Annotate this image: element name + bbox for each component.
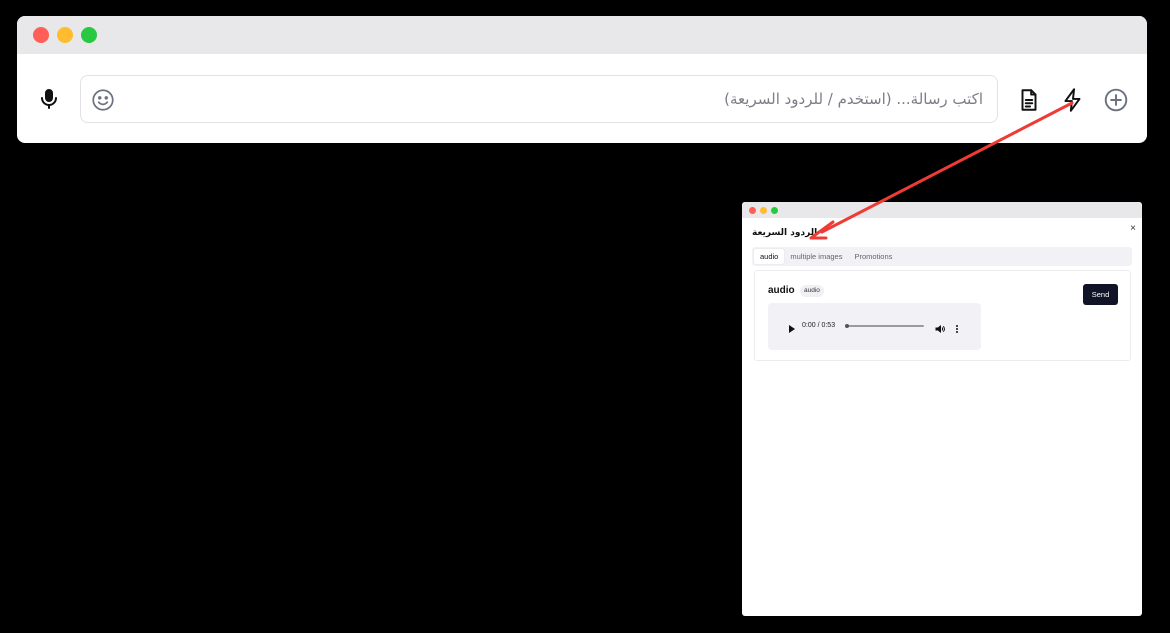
popup-maximize-dot[interactable] (771, 206, 778, 214)
maximize-window-button[interactable] (81, 27, 97, 43)
quick-replies-tabs: audio multiple images Promotions (752, 247, 1132, 266)
message-input[interactable] (125, 84, 983, 114)
audio-player: 0:00 / 0:53 (768, 303, 981, 350)
document-icon[interactable] (1016, 87, 1042, 113)
close-icon[interactable]: × (1130, 223, 1136, 235)
popup-close-dot[interactable] (749, 206, 756, 214)
type-badge: audio (800, 285, 824, 297)
smile-icon[interactable] (90, 87, 116, 113)
audio-seek-bar[interactable] (846, 325, 924, 327)
lightning-icon[interactable] (1060, 87, 1086, 113)
message-composer (17, 54, 1147, 143)
window-titlebar (17, 16, 1147, 54)
more-options-icon[interactable] (954, 321, 960, 333)
play-icon[interactable] (788, 321, 796, 333)
quick-reply-title: audio (768, 285, 795, 296)
tab-promotions[interactable]: Promotions (848, 249, 898, 264)
chat-window (17, 16, 1147, 143)
tab-multiple-images[interactable]: multiple images (784, 249, 848, 264)
tab-audio[interactable]: audio (754, 249, 785, 264)
close-window-button[interactable] (33, 27, 49, 43)
quick-replies-title: الردود السريعة (752, 228, 818, 238)
audio-time: 0:00 / 0:53 (802, 322, 836, 329)
quick-reply-card: audio audio Send 0:00 / 0:53 (754, 270, 1131, 361)
minimize-window-button[interactable] (57, 27, 73, 43)
microphone-icon[interactable] (37, 87, 61, 111)
audio-seek-knob[interactable] (845, 324, 849, 328)
quick-replies-window: الردود السريعة × audio multiple images P… (742, 202, 1142, 616)
message-box (80, 75, 998, 123)
plus-circle-icon[interactable] (1103, 87, 1129, 113)
send-button[interactable]: Send (1083, 284, 1118, 305)
popup-minimize-dot[interactable] (760, 206, 767, 214)
volume-icon[interactable] (935, 321, 945, 334)
popup-titlebar (742, 202, 1142, 218)
